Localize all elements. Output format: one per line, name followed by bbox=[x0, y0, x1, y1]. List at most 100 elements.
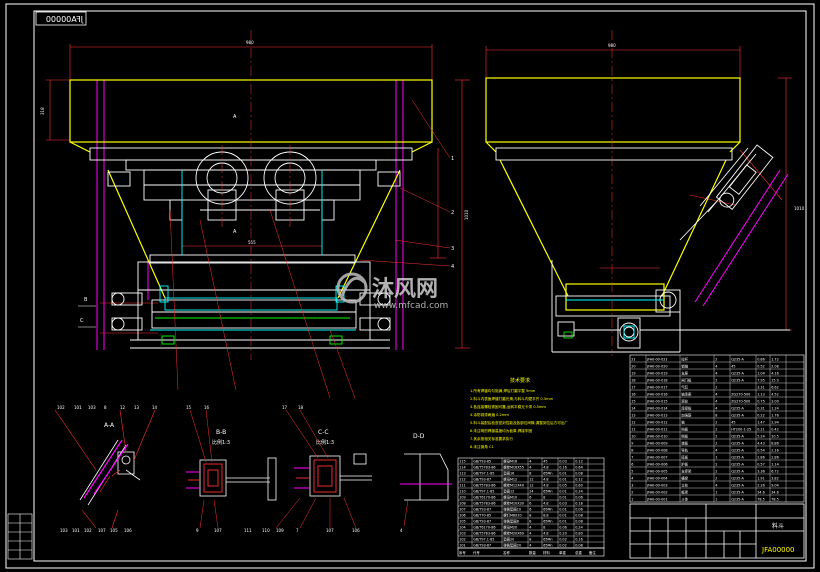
left-bom-cell: 0.08 bbox=[575, 543, 583, 547]
svg-text:105: 105 bbox=[110, 528, 118, 533]
right-bom-cell: 4 bbox=[631, 476, 633, 480]
left-bom-cell: 0.03 bbox=[559, 501, 567, 505]
right-bom-cell: 挡板 bbox=[681, 426, 688, 431]
left-bom-cell: GB/T5783-86 bbox=[473, 531, 495, 535]
side-view: 980 1010 bbox=[485, 30, 805, 356]
right-bom-cell: 5.24 bbox=[757, 434, 765, 438]
right-bom-cell: Q235-A bbox=[731, 448, 744, 452]
right-bom-cell: 0.22 bbox=[757, 413, 765, 417]
right-bom-table: 21 JFA0-00-021 拉杆 2 Q235-A 0.86 1.7220 JFA0-00-… bbox=[629, 354, 805, 503]
left-bom-cell: 4.8 bbox=[543, 501, 548, 505]
right-bom-cell: 护板 bbox=[681, 461, 688, 466]
left-bom-cell: 0.01 bbox=[559, 489, 567, 493]
left-bom-cell: 0.24 bbox=[575, 489, 583, 493]
left-bom-cell: 0.06 bbox=[575, 495, 583, 499]
right-bom-cell: 18 bbox=[631, 378, 635, 382]
left-bom-cell: 0.03 bbox=[559, 459, 567, 463]
right-bom-cell: JFA0-00-015 bbox=[646, 399, 667, 403]
right-bom-cell: Q235-A bbox=[731, 476, 744, 480]
right-bom-cell: 4.43 bbox=[757, 441, 765, 445]
right-bom-cell: 闸门板 bbox=[681, 377, 692, 382]
balloon-1: 1 bbox=[451, 156, 454, 162]
dim-width-top: 980 bbox=[246, 40, 254, 45]
left-bom-cell: 0.24 bbox=[575, 525, 583, 529]
left-bom-cell: 0.02 bbox=[559, 537, 567, 541]
svg-text:17: 17 bbox=[282, 405, 288, 410]
left-bom-cell: 4.8 bbox=[543, 465, 548, 469]
right-bom-cell: 3 bbox=[631, 483, 633, 487]
left-bom-cell: 4 bbox=[529, 531, 531, 535]
balloon-2: 2 bbox=[451, 210, 454, 216]
right-bom-cell: JFA0-00-017 bbox=[646, 385, 667, 389]
left-bom-cell: 4.8 bbox=[543, 483, 548, 487]
left-bom-cell: GB/T97.1-85 bbox=[473, 471, 494, 475]
right-bom-cell: 17 bbox=[631, 385, 635, 389]
right-bom-cell: 2 bbox=[715, 427, 717, 431]
right-bom-cell: 4 bbox=[715, 371, 717, 375]
right-bom-cell: 0.86 bbox=[757, 357, 765, 361]
left-bom-cell: 8 bbox=[529, 537, 531, 541]
left-bom-cell: 8.8 bbox=[543, 513, 548, 517]
right-bom-cell: JFA0-00-004 bbox=[646, 476, 667, 480]
right-bom-cell: 滚轮 bbox=[681, 398, 688, 403]
right-bom-cell: 1.76 bbox=[771, 413, 779, 417]
left-bom-header: 名称 bbox=[503, 550, 510, 555]
right-bom-cell: JFA0-00-011 bbox=[646, 427, 667, 431]
left-bom-header: 单重 bbox=[559, 550, 566, 555]
left-bom-cell: 8 bbox=[529, 519, 531, 523]
right-bom-cell: 3.31 bbox=[757, 385, 765, 389]
left-bom-cell: 6 bbox=[529, 495, 531, 499]
right-bom-cell: 0.57 bbox=[757, 462, 765, 466]
right-bom-cell: JFA0-00-006 bbox=[646, 462, 667, 466]
right-bom-cell: 2.94 bbox=[771, 420, 779, 424]
right-bom-cell: 1 bbox=[715, 455, 717, 459]
left-bom-cell: 6 bbox=[529, 501, 531, 505]
left-bom-cell: 65Mn bbox=[543, 489, 552, 493]
left-bom-cell: 0.01 bbox=[559, 477, 567, 481]
left-bom-cell: 65Mn bbox=[543, 471, 552, 475]
right-bom-cell: 2.16 bbox=[771, 448, 779, 452]
left-bom-cell: 垫圈16 bbox=[503, 470, 514, 475]
right-bom-cell: 2.86 bbox=[771, 455, 779, 459]
section-mark-a: A bbox=[233, 114, 237, 120]
right-bom-cell: Q235-A bbox=[731, 497, 744, 501]
right-bom-cell: 16 bbox=[631, 392, 635, 396]
left-bom-cell: 65Mn bbox=[543, 507, 552, 511]
right-bom-cell: JFA0-00-019 bbox=[646, 371, 667, 375]
left-bom-cell: 0.05 bbox=[559, 483, 567, 487]
section-cc-view: C-C 比例1:3 17 18 111 110 109 7 107 106 bbox=[244, 405, 372, 533]
left-bom-cell: 0.16 bbox=[575, 537, 583, 541]
left-bom-cell: 螺栓M10X30 bbox=[503, 500, 524, 505]
cad-drawing-canvas: JFA00000 980 318 555 1010 1 2 3 4 A A B … bbox=[5, 3, 815, 569]
right-bom-cell: 1 bbox=[631, 497, 633, 501]
left-bom-cell: 107 bbox=[459, 507, 465, 511]
right-bom-cell: JFA0-00-001 bbox=[646, 497, 667, 501]
right-bom-cell: 2.08 bbox=[771, 364, 779, 368]
right-bom-cell: 4 bbox=[715, 448, 717, 452]
right-bom-cell: Q235-A bbox=[731, 434, 744, 438]
right-bom-cell: 45 bbox=[731, 364, 735, 368]
left-bom-cell: 12 bbox=[529, 483, 533, 487]
left-bom-cell: 螺母M12 bbox=[503, 476, 517, 481]
right-bom-cell: 45 bbox=[731, 420, 735, 424]
right-bom-cell: 3.36 bbox=[757, 469, 765, 473]
left-bom-cell: GB/T93-87 bbox=[473, 519, 491, 523]
section-aa-label: A-A bbox=[104, 422, 115, 429]
right-bom-cell: 销轴 bbox=[681, 363, 688, 368]
svg-text:106: 106 bbox=[352, 528, 360, 533]
left-bom-cell: 螺母M10 bbox=[503, 494, 517, 499]
right-bom-cell: 4.52 bbox=[771, 392, 779, 396]
left-bom-cell: GB/T93-87 bbox=[473, 543, 491, 547]
right-bom-cell: 1.04 bbox=[757, 371, 765, 375]
right-bom-cell: Q235-A bbox=[731, 455, 744, 459]
tech-requirements: 技术要求 1.所有焊缝均匀饱满,焊后打磨平整 5mm 2.料斗内表面焊缝打磨光滑… bbox=[470, 377, 568, 449]
right-bom-cell: 34.6 bbox=[757, 490, 765, 494]
left-bom-cell: 12 bbox=[529, 477, 533, 481]
left-bom-cell: 弹簧垫圈10 bbox=[503, 506, 521, 511]
left-bom-cell: 0.01 bbox=[559, 519, 567, 523]
side-dim-height: 1010 bbox=[794, 206, 805, 211]
right-bom-cell: 4 bbox=[715, 364, 717, 368]
right-bom-cell: 1.47 bbox=[757, 420, 765, 424]
right-bom-cell: 0.52 bbox=[757, 364, 765, 368]
left-bom-cell: 0.20 bbox=[559, 531, 567, 535]
